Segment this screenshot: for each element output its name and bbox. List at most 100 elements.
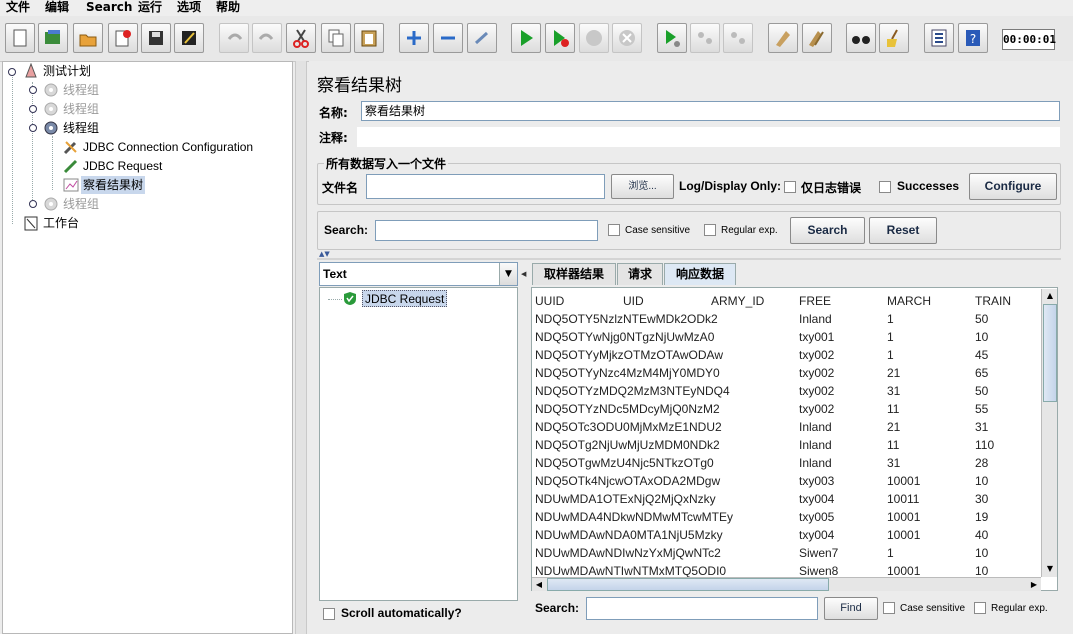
help-button[interactable]: ?: [958, 23, 988, 53]
function-helper-button[interactable]: [924, 23, 954, 53]
menu-run[interactable]: 运行: [138, 0, 162, 15]
filename-input[interactable]: [366, 174, 605, 199]
redo-button[interactable]: [252, 23, 282, 53]
save-as-icon: [182, 31, 196, 45]
table-cell: 45: [975, 348, 989, 362]
toggle-button[interactable]: [467, 23, 497, 53]
vertical-scrollbar[interactable]: ▲ ▼: [1041, 289, 1057, 577]
table-cell: 1: [887, 546, 894, 560]
find-regex-checkbox[interactable]: [974, 602, 986, 614]
comment-field[interactable]: [357, 127, 1060, 147]
menu-file[interactable]: 文件: [6, 0, 30, 15]
tree-toggle[interactable]: [29, 200, 37, 208]
clear-icon: [776, 31, 790, 47]
new-button[interactable]: [5, 23, 35, 53]
response-data-area[interactable]: UUID UID ARMY_ID FREE MARCH TRAIN NDQ5OT…: [531, 287, 1058, 591]
collapse-button[interactable]: [433, 23, 463, 53]
find-case-sensitive-checkbox[interactable]: [883, 602, 895, 614]
reset-button[interactable]: Reset: [869, 217, 937, 244]
errors-only-checkbox[interactable]: [784, 181, 796, 193]
vertical-scroll-thumb[interactable]: [1043, 304, 1057, 402]
scroll-up-icon[interactable]: ▲: [1043, 289, 1057, 303]
split-arrows-icon[interactable]: ▲▼: [319, 250, 339, 258]
search-button[interactable]: [846, 23, 876, 53]
table-cell: 50: [975, 384, 989, 398]
name-field[interactable]: 察看结果树: [361, 101, 1060, 121]
chevron-down-icon[interactable]: ▼: [499, 263, 517, 285]
copy-icon: [328, 29, 344, 47]
table-cell: NDUwMDA4NDkwNDMwMTcwMTEy: [535, 510, 733, 524]
scroll-down-icon[interactable]: ▼: [1043, 562, 1057, 576]
table-cell: 28: [975, 456, 989, 470]
find-input[interactable]: [586, 597, 818, 620]
start-button[interactable]: [511, 23, 541, 53]
table-cell: 10001: [887, 474, 921, 488]
browse-button[interactable]: 浏览...: [611, 174, 674, 199]
gear-icon: [44, 102, 58, 116]
save-button[interactable]: [141, 23, 171, 53]
close-button[interactable]: [108, 23, 138, 53]
menu-help[interactable]: 帮助: [216, 0, 240, 15]
gear-icon: [44, 121, 58, 135]
horizontal-scroll-thumb[interactable]: [547, 578, 829, 591]
tree-toggle[interactable]: [8, 68, 16, 76]
remote-shutdown-button[interactable]: [723, 23, 753, 53]
tab-request[interactable]: 请求: [617, 263, 663, 285]
copy-button[interactable]: [321, 23, 351, 53]
cut-button[interactable]: [286, 23, 316, 53]
table-cell: Inland: [799, 438, 832, 452]
menu-options[interactable]: 选项: [177, 0, 201, 15]
table-cell: 40: [975, 528, 989, 542]
horizontal-scrollbar[interactable]: ◀ ▶: [532, 577, 1041, 591]
reset-search-button[interactable]: [879, 23, 909, 53]
tree-toggle[interactable]: [29, 124, 37, 132]
cut-icon: [293, 29, 309, 48]
configure-button[interactable]: Configure: [969, 173, 1057, 200]
sample-result-tree: JDBC Request: [319, 287, 518, 601]
stop-button[interactable]: [579, 23, 609, 53]
sample-item-jdbc-request[interactable]: JDBC Request: [362, 290, 448, 307]
menu-edit[interactable]: 编辑: [45, 0, 69, 15]
tree-toggle[interactable]: [29, 86, 37, 94]
table-cell: txy005: [799, 510, 835, 524]
table-cell: 11: [887, 402, 900, 416]
expand-button[interactable]: [399, 23, 429, 53]
menu-search[interactable]: Search: [86, 0, 132, 15]
shutdown-button[interactable]: [612, 23, 642, 53]
search-submit-button[interactable]: Search: [790, 217, 865, 244]
table-cell: 10: [975, 330, 989, 344]
scroll-automatically-checkbox[interactable]: [323, 608, 335, 620]
scroll-right-icon[interactable]: ▶: [1027, 578, 1041, 591]
svg-text:?: ?: [970, 32, 976, 46]
open-button[interactable]: [73, 23, 103, 53]
table-cell: 10: [975, 474, 989, 488]
start-no-pause-button[interactable]: [545, 23, 575, 53]
regex-checkbox[interactable]: [704, 224, 716, 236]
find-label: Search:: [535, 601, 580, 615]
table-cell: 21: [887, 366, 901, 380]
templates-button[interactable]: [38, 23, 68, 53]
tab-response-data[interactable]: 响应数据: [664, 263, 736, 285]
find-button[interactable]: Find: [824, 597, 878, 620]
gear-icon: [44, 83, 58, 97]
renderer-select[interactable]: Text ▼: [319, 262, 518, 286]
undo-button[interactable]: [219, 23, 249, 53]
paste-button[interactable]: [354, 23, 384, 53]
tab-sampler-result[interactable]: 取样器结果: [532, 263, 616, 285]
remote-stop-button[interactable]: [690, 23, 720, 53]
remote-start-button[interactable]: [657, 23, 687, 53]
scroll-left-icon[interactable]: ◀: [532, 578, 546, 591]
tree-toggle[interactable]: [29, 105, 37, 113]
successes-checkbox[interactable]: [879, 181, 891, 193]
table-cell: 1: [887, 312, 894, 326]
collapse-arrow-icon[interactable]: ◀: [521, 262, 529, 286]
table-cell: 10011: [887, 492, 920, 506]
search-input[interactable]: [375, 220, 598, 241]
save-as-button[interactable]: [174, 23, 204, 53]
panel-splitter[interactable]: [295, 61, 307, 634]
clear-button[interactable]: [768, 23, 798, 53]
table-cell: NDQ5OTgwMzU4Njc5NTkzOTg0: [535, 456, 714, 470]
case-sensitive-checkbox[interactable]: [608, 224, 620, 236]
table-cell: txy004: [799, 492, 835, 506]
clear-all-button[interactable]: [802, 23, 832, 53]
